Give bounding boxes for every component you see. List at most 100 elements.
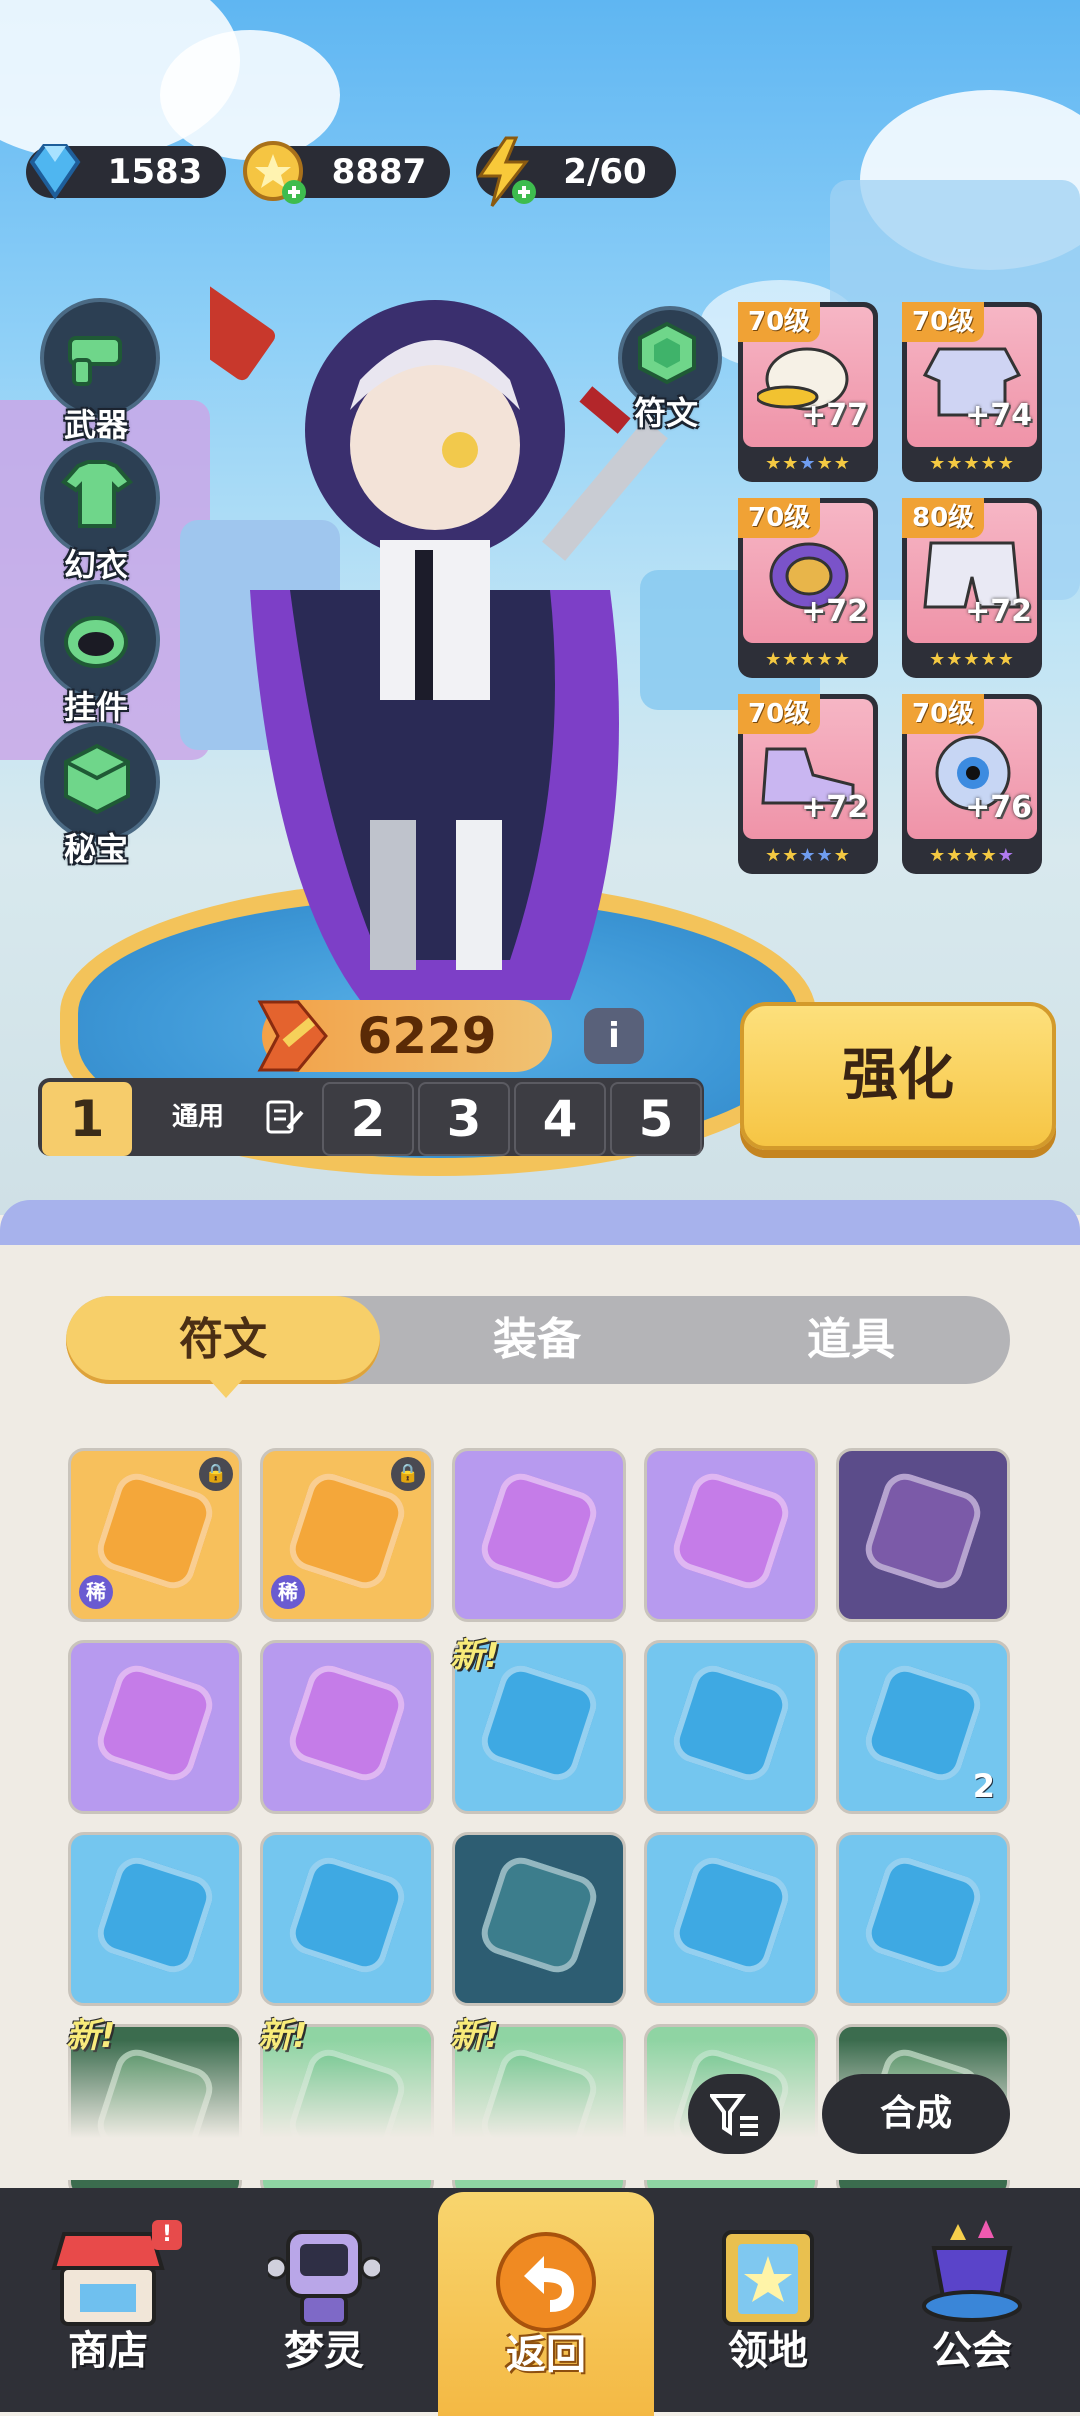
rune-slot[interactable] bbox=[644, 1832, 818, 2006]
blue-rune-icon bbox=[475, 1851, 603, 1979]
tab-runes[interactable]: 符文 bbox=[66, 1296, 380, 1384]
strengthen-button[interactable]: 强化 bbox=[740, 1002, 1056, 1150]
equipment-enhance-level: +77 bbox=[801, 398, 868, 433]
rune-slot[interactable] bbox=[260, 1640, 434, 1814]
preset-common-label[interactable]: 通用 bbox=[134, 1082, 318, 1152]
energy-counter[interactable]: 2/60 bbox=[476, 136, 676, 207]
rune-slot[interactable] bbox=[260, 1832, 434, 2006]
nav-dream-spirit[interactable]: 梦灵 bbox=[216, 2188, 432, 2412]
rune-slot[interactable] bbox=[836, 1832, 1010, 2006]
equipment-level: 70级 bbox=[738, 302, 821, 342]
equipment-enhance-level: +72 bbox=[801, 790, 868, 825]
synthesize-button[interactable]: 合成 bbox=[822, 2074, 1010, 2154]
equipment-level: 70级 bbox=[902, 302, 985, 342]
preset-tab-2[interactable]: 2 bbox=[322, 1082, 414, 1156]
lock-icon: 🔒 bbox=[199, 1457, 233, 1491]
hero-character[interactable] bbox=[210, 260, 670, 1020]
lightning-plus-icon bbox=[477, 136, 536, 207]
rune-menu-button[interactable]: 符文 bbox=[604, 306, 728, 432]
diamond-icon bbox=[29, 144, 81, 200]
blue-rune-icon bbox=[91, 1851, 219, 1979]
filter-icon bbox=[710, 2094, 758, 2136]
back-arrow-icon bbox=[496, 2232, 596, 2332]
purple-rune-icon bbox=[91, 1659, 219, 1787]
rune-slot[interactable]: 稀 🔒 bbox=[260, 1448, 434, 1622]
nav-guild-label: 公会 bbox=[932, 2328, 1012, 2374]
nav-shop-label: 商店 bbox=[68, 2328, 148, 2374]
nav-dream-spirit-label: 梦灵 bbox=[284, 2328, 364, 2374]
pendant-menu-button[interactable]: 挂件 bbox=[34, 580, 160, 726]
outfit-menu-button[interactable]: 幻衣 bbox=[34, 438, 160, 584]
gold-rune-icon bbox=[283, 1467, 411, 1595]
equipment-slot-helmet[interactable]: 70级 +77 ★★★★★ bbox=[738, 302, 878, 482]
preset-tab-4[interactable]: 4 bbox=[514, 1082, 606, 1156]
rune-slot[interactable] bbox=[68, 1832, 242, 2006]
tab-equipment[interactable]: 装备 bbox=[380, 1296, 694, 1384]
blue-rune-icon bbox=[859, 1851, 987, 1979]
blue-rune-icon bbox=[475, 1659, 603, 1787]
portal-door-icon bbox=[722, 2230, 814, 2326]
nav-shop[interactable]: ! 商店 bbox=[0, 2188, 216, 2412]
blue-rune-icon bbox=[667, 1659, 795, 1787]
nav-territory-label: 领地 bbox=[728, 2328, 808, 2374]
nav-guild[interactable]: 公会 bbox=[864, 2188, 1080, 2412]
rune-slot[interactable] bbox=[68, 1640, 242, 1814]
shop-stall-icon bbox=[51, 2232, 165, 2326]
equipment-slot-jacket[interactable]: 70级 +74 ★★★★★ bbox=[902, 302, 1042, 482]
rune-slot[interactable] bbox=[452, 1448, 626, 1622]
equipment-enhance-level: +72 bbox=[965, 594, 1032, 629]
equipment-level: 70级 bbox=[902, 694, 985, 734]
equipment-level: 70级 bbox=[738, 498, 821, 538]
rune-slot[interactable] bbox=[644, 1640, 818, 1814]
equipment-slot-bracer[interactable]: 70级 +72 ★★★★★ bbox=[738, 498, 878, 678]
rune-slot[interactable] bbox=[644, 1448, 818, 1622]
preset-tab-1[interactable]: 1 bbox=[42, 1082, 132, 1156]
coin-counter[interactable]: 8887 bbox=[243, 141, 450, 204]
tab-items[interactable]: 道具 bbox=[694, 1296, 1008, 1384]
gem-counter[interactable]: 1583 bbox=[26, 144, 226, 200]
treasure-menu-label: 秘宝 bbox=[63, 830, 128, 868]
equipment-enhance-level: +72 bbox=[801, 594, 868, 629]
treasure-menu-button[interactable]: 秘宝 bbox=[34, 722, 160, 868]
filter-button[interactable] bbox=[688, 2074, 780, 2154]
cube-treasure-icon bbox=[64, 743, 130, 815]
active-tab-pointer bbox=[208, 1378, 244, 1398]
preset-common-text: 通用 bbox=[172, 1102, 225, 1132]
blue-rune-icon bbox=[283, 1851, 411, 1979]
rare-badge: 稀 bbox=[271, 1575, 305, 1609]
rune-slot[interactable]: 稀 🔒 bbox=[68, 1448, 242, 1622]
equipment-stars: ★★★★★ bbox=[929, 845, 1015, 866]
purple-rune-icon bbox=[475, 1467, 603, 1595]
robot-spirit-icon bbox=[268, 2230, 380, 2326]
edit-note-icon bbox=[266, 1100, 304, 1134]
shirt-icon bbox=[60, 460, 134, 528]
guild-hat-icon bbox=[922, 2220, 1022, 2322]
gun-icon bbox=[68, 336, 122, 386]
weapon-menu-button[interactable]: 武器 bbox=[34, 298, 160, 444]
equipment-slot-accessory[interactable]: 70级 +76 ★★★★★ bbox=[902, 694, 1042, 874]
gem-count: 1583 bbox=[107, 152, 203, 192]
hexagon-rune-icon bbox=[638, 321, 696, 385]
combat-power-value: 6229 bbox=[357, 1007, 497, 1065]
equipment-stars: ★★★★★ bbox=[765, 453, 851, 474]
equipment-stars: ★★★★★ bbox=[929, 453, 1015, 474]
stack-count: 2 bbox=[972, 1767, 995, 1805]
equipment-slot-shorts[interactable]: 80级 +72 ★★★★★ bbox=[902, 498, 1042, 678]
rune-slot[interactable]: 2 bbox=[836, 1640, 1010, 1814]
gold-rune-icon bbox=[91, 1467, 219, 1595]
equipment-level: 80级 bbox=[902, 498, 985, 538]
rune-slot[interactable] bbox=[836, 1448, 1010, 1622]
nav-back[interactable]: 返回 bbox=[438, 2192, 654, 2416]
purple-rune-icon bbox=[859, 1467, 987, 1595]
equipment-level: 70级 bbox=[738, 694, 821, 734]
nav-territory[interactable]: 领地 bbox=[660, 2188, 876, 2412]
equipment-stars: ★★★★★ bbox=[765, 845, 851, 866]
purple-rune-icon bbox=[667, 1467, 795, 1595]
purple-rune-icon bbox=[283, 1659, 411, 1787]
power-info-button[interactable]: i bbox=[584, 1008, 644, 1064]
equipment-slot-shoes[interactable]: 70级 +72 ★★★★★ bbox=[738, 694, 878, 874]
rune-menu-label: 符文 bbox=[633, 394, 698, 432]
rune-slot[interactable] bbox=[452, 1832, 626, 2006]
preset-tab-3[interactable]: 3 bbox=[418, 1082, 510, 1156]
preset-tab-5[interactable]: 5 bbox=[610, 1082, 702, 1156]
